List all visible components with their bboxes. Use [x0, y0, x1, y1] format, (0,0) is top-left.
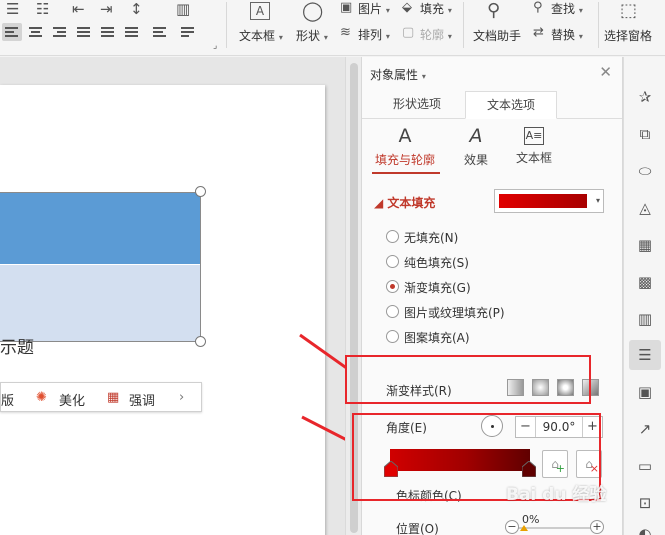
find-button[interactable]: 查找 ▾	[551, 0, 583, 17]
radio-button[interactable]	[386, 280, 399, 293]
columns-icon[interactable]: ▥	[176, 2, 190, 17]
radio-button[interactable]	[386, 330, 399, 343]
slide-canvas: 示题 版 ✺ 美化 ▦ 强调 ›	[0, 57, 345, 535]
radio-button[interactable]	[386, 230, 399, 243]
panel-tabs: 形状选项 文本选项	[362, 91, 622, 119]
ribbon: ☰ ☷ ⇤ ⇥ ↕ ▥ ⌟ A 文本框 ▾ ◯ 形状 ▾ ▣ 图片 ▾ ⬙ 填充…	[0, 0, 665, 56]
list-icon[interactable]: ☰	[6, 2, 19, 17]
panel-title[interactable]: 对象属性 ▾	[370, 66, 426, 83]
plus-button[interactable]: +	[590, 520, 604, 534]
fill-color-swatch	[499, 194, 587, 208]
copy-icon[interactable]: ⧉	[629, 119, 661, 149]
text-effect-icon: A	[469, 125, 483, 147]
pin-icon[interactable]: ✰	[629, 82, 661, 112]
find-icon[interactable]: ⚲	[533, 1, 543, 14]
archive-icon[interactable]: ▭	[629, 451, 661, 481]
arrange-button[interactable]: 排列 ▾	[358, 26, 390, 43]
picture-icon[interactable]: ▣	[340, 1, 352, 14]
indent-icon[interactable]: ⇤	[72, 2, 85, 17]
ribbon-separator	[598, 2, 599, 48]
doc-assistant-icon[interactable]: ⚲	[487, 2, 500, 20]
fill-icon[interactable]: ⬙	[402, 1, 412, 14]
image-icon[interactable]: ▣	[629, 377, 661, 407]
subtab-fill-outline[interactable]: A 填充与轮廓	[370, 125, 440, 168]
annotation-arrow-1	[299, 333, 345, 369]
annotation-arrow-2	[301, 415, 345, 441]
tab-text-options[interactable]: 文本选项	[465, 91, 557, 119]
selection-pane-icon[interactable]: ⬚	[620, 2, 637, 20]
help-icon[interactable]: ◐	[629, 519, 661, 535]
radio-button[interactable]	[386, 305, 399, 318]
arrange-icon[interactable]: ≋	[340, 26, 351, 39]
ribbon-separator	[226, 2, 227, 48]
table-icon[interactable]: ▦	[629, 230, 661, 260]
text-direction-button[interactable]	[150, 23, 170, 41]
numbered-list-icon[interactable]: ☷	[36, 2, 49, 17]
close-icon[interactable]: ✕	[599, 63, 612, 81]
fill-bucket-icon[interactable]: ◬	[629, 193, 661, 223]
grid-icon[interactable]: ▩	[629, 267, 661, 297]
replace-button[interactable]: 替换 ▾	[551, 26, 583, 43]
text-fill-icon: A	[398, 125, 412, 147]
minus-button[interactable]: −	[505, 520, 519, 534]
active-subtab-indicator	[372, 172, 440, 174]
chevron-down-icon: ▾	[595, 196, 600, 205]
annotation-arrows	[299, 333, 345, 441]
line-spacing-button[interactable]	[122, 23, 142, 41]
fill-button[interactable]: 填充 ▾	[420, 0, 452, 17]
chart-icon[interactable]: ▥	[629, 304, 661, 334]
section-text-fill[interactable]: ◢ 文本填充	[374, 194, 435, 211]
distribute-button[interactable]	[98, 23, 118, 41]
shape-icon[interactable]: ◯	[302, 2, 323, 21]
text-box-icon[interactable]: A	[250, 2, 270, 20]
shape-button[interactable]: 形状 ▾	[296, 27, 328, 44]
shape-effects-icon[interactable]: ⬭	[629, 156, 661, 186]
fill-color-dropdown[interactable]: ▾	[494, 189, 604, 213]
doc-assistant-button[interactable]: 文档助手	[473, 27, 521, 44]
right-sidebar: ✰ ⧉ ⬭ ◬ ▦ ▩ ▥ ☰ ▣ ↗ ▭ ⊡ ◐	[623, 57, 665, 535]
radio-button[interactable]	[386, 255, 399, 268]
annotation-box-gradient-style	[345, 355, 591, 404]
properties-icon[interactable]: ☰	[629, 340, 661, 370]
align-left-button[interactable]	[2, 23, 22, 41]
picture-button[interactable]: 图片 ▾	[358, 0, 390, 17]
align-right-button[interactable]	[50, 23, 70, 41]
slider-thumb[interactable]	[520, 525, 528, 531]
lock-icon[interactable]: ⊡	[629, 488, 661, 518]
outline-icon[interactable]: ▢	[402, 26, 414, 39]
outdent-icon[interactable]: ⇥	[100, 2, 113, 17]
justify-button[interactable]	[74, 23, 94, 41]
position-label: 位置(O)	[396, 522, 439, 535]
selection-pane-button[interactable]: 选择窗格	[604, 27, 652, 44]
ribbon-separator	[463, 2, 464, 48]
tab-shape-options[interactable]: 形状选项	[372, 91, 462, 119]
sort-icon[interactable]: ↕	[130, 2, 143, 17]
vertical-align-button[interactable]	[178, 23, 198, 41]
replace-icon[interactable]: ⇄	[533, 26, 544, 39]
textbox-icon: A≡	[524, 127, 544, 145]
dialog-launcher-icon[interactable]: ⌟	[213, 42, 217, 51]
outline-button[interactable]: 轮廓 ▾	[420, 26, 452, 43]
share-icon[interactable]: ↗	[629, 414, 661, 444]
text-box-button[interactable]: 文本框 ▾	[239, 27, 283, 44]
align-center-button[interactable]	[26, 23, 46, 41]
watermark: Bai du 经验	[506, 485, 607, 505]
subtab-textbox[interactable]: A≡ 文本框	[499, 125, 569, 166]
